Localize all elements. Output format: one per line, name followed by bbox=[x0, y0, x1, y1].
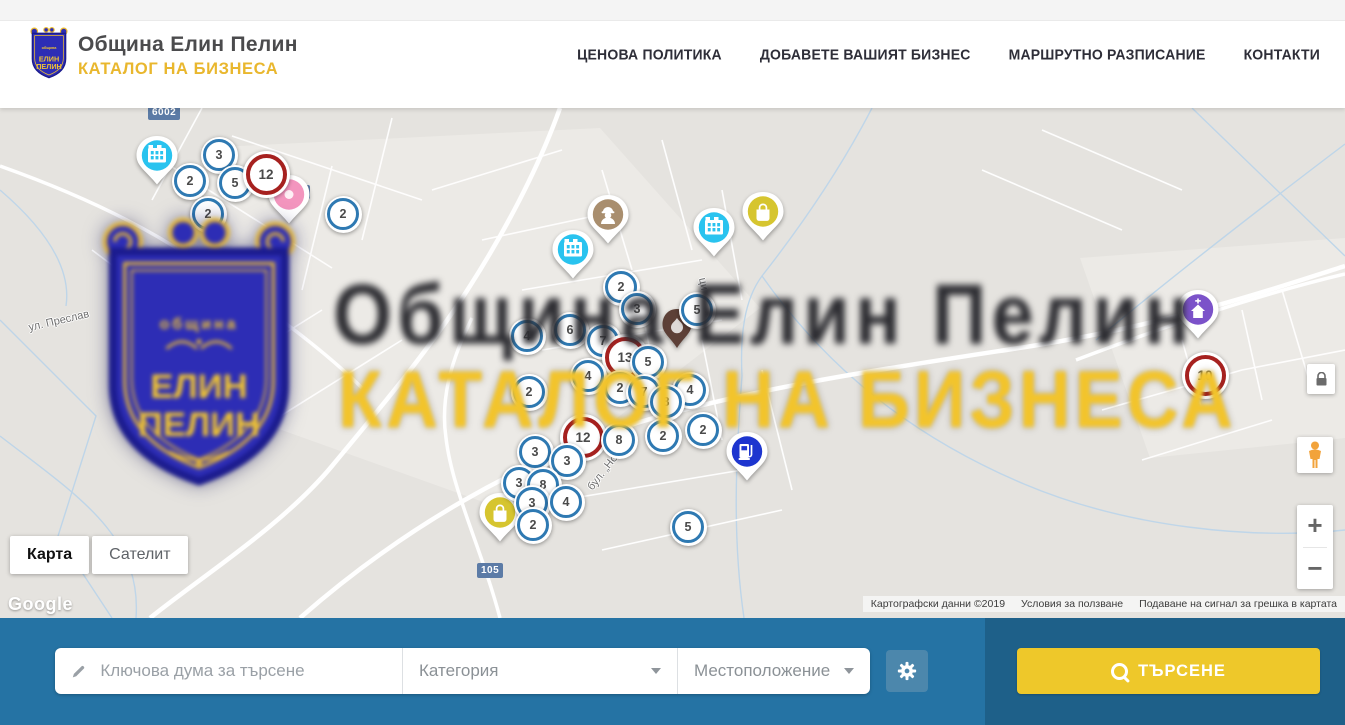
page-title: Община Елин Пелин bbox=[78, 33, 298, 57]
map-type-map-button[interactable]: Карта bbox=[10, 536, 89, 574]
map-pin-bag[interactable] bbox=[740, 186, 786, 244]
map-markers-layer: 3251222235647135422748128223338342510 bbox=[0, 108, 1345, 618]
search-button-label: ТЪРСЕНЕ bbox=[1138, 662, 1226, 681]
nav-item-pricing[interactable]: ЦЕНОВА ПОЛИТИКА bbox=[577, 45, 722, 62]
pegman-icon bbox=[1305, 441, 1325, 469]
map-cluster-marker[interactable]: 2 bbox=[172, 163, 209, 200]
zoom-in-button[interactable]: + bbox=[1297, 505, 1333, 547]
map-canvas[interactable]: 6002 105 ул. Преслав бул. „Новосел ци 32… bbox=[0, 108, 1345, 618]
search-button[interactable]: ТЪРСЕНЕ bbox=[1017, 648, 1320, 694]
street-view-pegman-button[interactable] bbox=[1297, 437, 1333, 473]
attribution-terms-link[interactable]: Условия за ползване bbox=[1021, 598, 1123, 610]
map-attribution: Картографски данни ©2019 Условия за полз… bbox=[863, 596, 1345, 612]
zoom-out-button[interactable]: − bbox=[1297, 548, 1333, 590]
advanced-settings-button[interactable] bbox=[886, 650, 928, 692]
logo-line2: ПЕЛИН bbox=[36, 62, 62, 71]
map-type-control: Карта Сателит bbox=[10, 536, 188, 574]
category-dropdown[interactable]: Категория bbox=[402, 648, 677, 694]
map-pin-church[interactable] bbox=[1175, 284, 1221, 342]
main-nav: ЦЕНОВА ПОЛИТИКА ДОБАВЕТЕ ВАШИЯТ БИЗНЕС М… bbox=[577, 0, 1320, 108]
nav-item-contacts[interactable]: КОНТАКТИ bbox=[1244, 45, 1320, 62]
keyword-section bbox=[55, 648, 402, 694]
search-bar: Категория Местоположение bbox=[0, 618, 1345, 725]
search-filters: Категория Местоположение bbox=[55, 648, 870, 694]
gear-icon bbox=[896, 660, 918, 682]
nav-item-timetable[interactable]: МАРШРУТНО РАЗПИСАНИЕ bbox=[1009, 45, 1206, 62]
map-cluster-marker[interactable]: 2 bbox=[515, 507, 552, 544]
map-cluster-marker[interactable]: 3 bbox=[619, 291, 656, 328]
municipality-logo-icon[interactable]: община ЕЛИН ПЕЛИН bbox=[27, 23, 71, 87]
map-cluster-marker[interactable]: 12 bbox=[243, 151, 290, 198]
location-dropdown-label: Местоположение bbox=[694, 661, 830, 681]
search-icon bbox=[1111, 663, 1128, 680]
category-dropdown-label: Категория bbox=[419, 661, 498, 681]
header: община ЕЛИН ПЕЛИН Община Елин Пелин КАТА… bbox=[0, 0, 1345, 108]
map-pin-building[interactable] bbox=[691, 202, 737, 260]
search-input[interactable] bbox=[98, 660, 386, 682]
map-cluster-marker[interactable]: 2 bbox=[325, 196, 362, 233]
map-cluster-marker[interactable]: 8 bbox=[601, 422, 638, 459]
map-cluster-marker[interactable]: 4 bbox=[509, 318, 546, 355]
map-cluster-marker[interactable]: 2 bbox=[511, 374, 548, 411]
location-dropdown[interactable]: Местоположение bbox=[677, 648, 870, 694]
map-cluster-marker[interactable]: 10 bbox=[1182, 352, 1229, 399]
attribution-report-link[interactable]: Подаване на сигнал за грешка в картата bbox=[1139, 598, 1337, 610]
map-cluster-marker[interactable]: 4 bbox=[570, 358, 607, 395]
map-type-satellite-button[interactable]: Сателит bbox=[92, 536, 187, 574]
map-cluster-marker[interactable]: 4 bbox=[548, 484, 585, 521]
map-cluster-marker[interactable]: 2 bbox=[645, 418, 682, 455]
site-title: Община Елин Пелин КАТАЛОГ НА БИЗНЕСА bbox=[78, 33, 298, 79]
page: община ЕЛИН ПЕЛИН Община Елин Пелин КАТА… bbox=[0, 0, 1345, 725]
logo-small-text: община bbox=[42, 46, 58, 50]
map-cluster-marker[interactable]: 8 bbox=[648, 384, 685, 421]
pencil-icon bbox=[71, 663, 86, 680]
chevron-down-icon bbox=[844, 668, 854, 674]
zoom-control: + − bbox=[1297, 505, 1333, 589]
attribution-copyright: Картографски данни ©2019 bbox=[871, 598, 1005, 610]
map-cluster-marker[interactable]: 5 bbox=[670, 509, 707, 546]
lock-icon bbox=[1315, 372, 1328, 387]
map-pin-fuel[interactable] bbox=[724, 426, 770, 484]
map-cluster-marker[interactable]: 6 bbox=[552, 312, 589, 349]
map-cluster-marker[interactable]: 5 bbox=[679, 292, 716, 329]
page-subtitle: КАТАЛОГ НА БИЗНЕСА bbox=[78, 60, 298, 79]
lock-button[interactable] bbox=[1307, 364, 1335, 394]
chevron-down-icon bbox=[651, 668, 661, 674]
google-logo[interactable]: Google bbox=[8, 594, 73, 615]
nav-item-add-business[interactable]: ДОБАВЕТЕ ВАШИЯТ БИЗНЕС bbox=[760, 45, 971, 62]
map-pin-worker[interactable] bbox=[585, 189, 631, 247]
map-cluster-marker[interactable]: 2 bbox=[685, 412, 722, 449]
map-cluster-marker[interactable]: 2 bbox=[190, 196, 227, 233]
